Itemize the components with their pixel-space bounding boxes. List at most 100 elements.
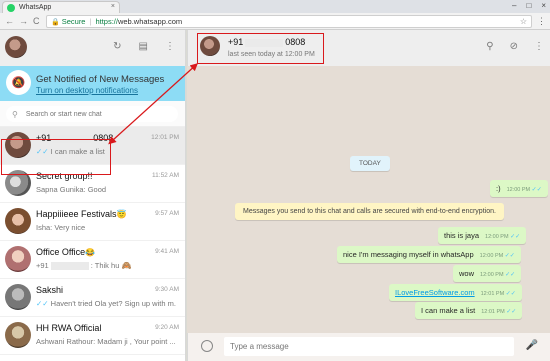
message-bubble[interactable]: nice I'm messaging myself in whatsApp 12:… [337, 246, 521, 263]
redacted-number [53, 134, 92, 143]
message-input[interactable] [230, 342, 500, 351]
avatar [5, 132, 31, 158]
tab-close-icon[interactable]: × [111, 3, 115, 10]
chat-name: Sakshi [36, 285, 64, 295]
redacted-number [50, 262, 89, 271]
browser-tab-bar: WhatsApp × – □ × [0, 0, 550, 13]
chat-item-sakshi[interactable]: Sakshi 9:30 AM ✓✓ Haven't tried Ola yet?… [0, 279, 185, 317]
microphone-icon[interactable]: 🎤 [526, 340, 538, 351]
back-icon[interactable]: ← [5, 16, 14, 26]
read-receipt-icon: ✓✓ [505, 291, 516, 297]
read-receipt-icon: ✓✓ [505, 272, 516, 278]
url-field[interactable]: 🔒 Secure | https:// web.whatsapp.com ☆ [46, 15, 532, 28]
address-bar: ← → C 🔒 Secure | https:// web.whatsapp.c… [0, 13, 550, 30]
chat-item-secret-group[interactable]: Secret group!! 11:52 AM Sapna Gunika: Go… [0, 165, 185, 203]
monkey-emoji-icon: 🙈 [121, 261, 132, 270]
encryption-notice: Messages you send to this chat and calls… [235, 203, 504, 220]
search-area: ⚲ [0, 101, 185, 127]
message-bubble[interactable]: :) 12:00 PM ✓✓ [490, 180, 548, 197]
chat-preview: ✓✓ I can make a list [36, 147, 105, 156]
reload-icon[interactable]: C [33, 16, 40, 26]
date-divider: TODAY [350, 156, 390, 171]
chat-name: Secret group!! [36, 171, 93, 181]
conversation-menu-icon[interactable]: ⋮ [534, 41, 544, 52]
avatar [5, 246, 31, 272]
my-avatar[interactable] [5, 36, 27, 58]
message-bubble[interactable]: this is jaya 12:00 PM ✓✓ [438, 227, 527, 244]
chat-time: 9:30 AM [155, 286, 179, 293]
chat-name: +91 0808 [36, 133, 114, 143]
maximize-icon[interactable]: □ [526, 1, 531, 10]
notification-title: Get Notified of New Messages [36, 74, 165, 85]
chat-item-festivals[interactable]: Happiiieee Festivals😇 9:57 AM Isha: Very… [0, 203, 185, 241]
close-window-icon[interactable]: × [541, 1, 546, 10]
message-link[interactable]: ILoveFreeSoftware.com [395, 288, 475, 297]
search-input[interactable] [25, 110, 166, 118]
chat-preview: Ashwani Rathour: Madam ji , Your point .… [36, 337, 176, 346]
search-box[interactable]: ⚲ [6, 106, 178, 122]
message-box[interactable] [224, 337, 514, 356]
enable-notifications-link[interactable]: Turn on desktop notifications [36, 86, 138, 95]
read-receipt-icon: ✓✓ [504, 253, 515, 259]
url-host: web.whatsapp.com [117, 17, 183, 26]
avatar [5, 208, 31, 234]
lock-icon: 🔒 [51, 18, 60, 26]
avatar [5, 322, 31, 348]
laugh-emoji-icon: 😂 [85, 248, 96, 257]
read-receipt-icon: ✓✓ [506, 309, 517, 315]
conversation-header: +91 0808 last seen today at 12:00 PM ⚲ ⊘ … [187, 30, 550, 66]
chat-name: Happiiieee Festivals😇 [36, 209, 127, 219]
whatsapp-favicon-icon [7, 3, 15, 12]
url-separator: | [89, 17, 92, 26]
new-chat-icon[interactable]: ▤ [139, 41, 148, 52]
emoji-picker-icon[interactable] [201, 340, 213, 352]
chat-sidebar: ↻ ▤ ⋮ 🔕 Get Notified of New Messages Tur… [0, 30, 186, 361]
window-controls: – □ × [512, 1, 546, 10]
sidebar-header: ↻ ▤ ⋮ [0, 30, 185, 66]
attach-icon[interactable]: ⊘ [510, 41, 518, 52]
chat-item-office[interactable]: Office Office😂 9:41 AM +91: Thik hu 🙈 [0, 241, 185, 279]
avatar [5, 284, 31, 310]
browser-menu-icon[interactable]: ⋮ [537, 16, 546, 27]
contact-avatar[interactable] [200, 36, 220, 56]
sidebar-menu-icon[interactable]: ⋮ [165, 41, 175, 52]
read-receipt-icon: ✓✓ [36, 147, 49, 156]
chat-name: Office Office😂 [36, 247, 96, 257]
message-bubble[interactable]: ILoveFreeSoftware.com 12:01 PM ✓✓ [389, 284, 522, 301]
forward-icon[interactable]: → [19, 16, 28, 26]
notification-banner: 🔕 Get Notified of New Messages Turn on d… [0, 66, 185, 101]
message-bubble[interactable]: wow 12:00 PM ✓✓ [453, 265, 522, 282]
minimize-icon[interactable]: – [512, 1, 516, 10]
contact-name[interactable]: +91 0808 [228, 37, 305, 47]
chat-item-self[interactable]: +91 0808 12:01 PM ✓✓ I can make a list [0, 127, 185, 165]
chat-time: 9:41 AM [155, 248, 179, 255]
notifications-off-icon: 🔕 [6, 70, 31, 95]
bookmark-star-icon[interactable]: ☆ [520, 17, 527, 26]
redacted-number [245, 38, 284, 47]
url-scheme: https:// [95, 17, 118, 26]
search-icon: ⚲ [12, 109, 18, 119]
status-icon[interactable]: ↻ [113, 41, 121, 52]
last-seen-status: last seen today at 12:00 PM [228, 51, 315, 58]
read-receipt-icon: ✓✓ [531, 187, 542, 193]
avatar [5, 170, 31, 196]
chat-preview: +91: Thik hu 🙈 [36, 261, 132, 271]
chat-name: HH RWA Official [36, 323, 102, 333]
chat-preview: Sapna Gunika: Good [36, 185, 107, 194]
message-bubble[interactable]: I can make a list 12:01 PM ✓✓ [415, 302, 523, 319]
chat-time: 12:01 PM [151, 134, 179, 141]
read-receipt-icon: ✓✓ [510, 234, 521, 240]
browser-tab[interactable]: WhatsApp × [2, 1, 120, 13]
chat-preview: Isha: Very nice [36, 223, 86, 232]
chat-preview: ✓✓ Haven't tried Ola yet? Sign up with m… [36, 299, 176, 308]
search-messages-icon[interactable]: ⚲ [486, 41, 493, 52]
tab-title: WhatsApp [19, 4, 52, 11]
secure-label: Secure [61, 17, 86, 26]
message-composer: 🎤 [187, 333, 550, 361]
chat-time: 11:52 AM [152, 172, 179, 179]
smile-emoji-icon: 😇 [116, 210, 127, 219]
read-receipt-icon: ✓✓ [36, 299, 49, 308]
chat-time: 9:20 AM [155, 324, 179, 331]
chat-item-rwa[interactable]: HH RWA Official 9:20 AM Ashwani Rathour:… [0, 317, 185, 355]
conversation-panel: +91 0808 last seen today at 12:00 PM ⚲ ⊘ … [187, 30, 550, 361]
